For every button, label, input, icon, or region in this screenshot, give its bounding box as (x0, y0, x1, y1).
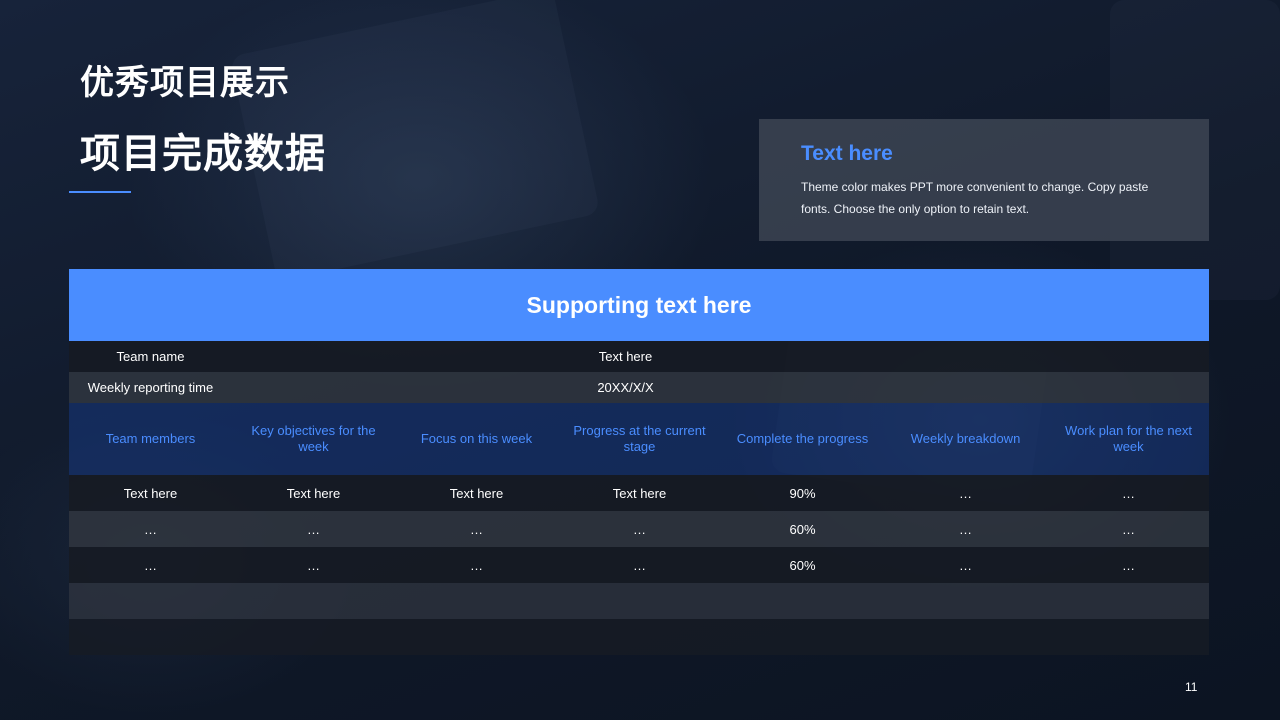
table-row: Text here Text here Text here Text here … (69, 475, 1209, 511)
table-cell: … (959, 521, 972, 537)
table-cell: 90% (789, 485, 816, 501)
table-row: … … … … 60% … … (69, 547, 1209, 583)
info-body: Theme color makes PPT more convenient to… (801, 180, 1149, 216)
column-header: Key objectives for the week (251, 423, 376, 454)
table-cell: … (1122, 557, 1135, 573)
table-cell: … (144, 521, 157, 537)
table-cell: … (144, 557, 157, 573)
info-heading: Text here (801, 142, 893, 165)
team-name-row: Team name Text here (69, 341, 1209, 372)
reporting-time-row: Weekly reporting time 20XX/X/X (69, 372, 1209, 403)
slide-subtitle: 项目完成数据 (80, 132, 326, 176)
table-cell: Text here (123, 485, 178, 501)
table-cell: … (307, 521, 320, 537)
table-cell: Text here (612, 485, 667, 501)
table-cell: 60% (789, 521, 816, 537)
table-cell: … (470, 557, 483, 573)
column-header: Progress at the current stage (573, 423, 706, 454)
table-cell: … (633, 557, 646, 573)
table-cell: Text here (449, 485, 504, 501)
table-row: … … … … 60% … … (69, 511, 1209, 547)
table-cell: … (1122, 521, 1135, 537)
slide-title: 优秀项目展示 (80, 64, 290, 102)
column-header: Team members (105, 431, 196, 446)
meta-label: Weekly reporting time (87, 380, 214, 395)
empty-table-row (69, 583, 1209, 619)
table-cell: … (959, 485, 972, 501)
table-header: Supporting text here (69, 269, 1209, 341)
column-header: Complete the progress (736, 431, 869, 446)
table-cell: … (470, 521, 483, 537)
table-cell: … (307, 557, 320, 573)
column-header-row: Team members Key objectives for the week… (69, 403, 1209, 475)
table-cell: 60% (789, 557, 816, 573)
table-cell: … (959, 557, 972, 573)
meta-label: Team name (116, 349, 185, 364)
page-number: 11 (1185, 680, 1198, 694)
title-underline (69, 191, 131, 193)
table-cell: Text here (286, 485, 341, 501)
progress-table: Supporting text here Team name Text here… (69, 269, 1209, 655)
column-header: Weekly breakdown (910, 431, 1021, 446)
column-header: Focus on this week (420, 431, 533, 446)
info-box: Text here Theme color makes PPT more con… (759, 119, 1209, 241)
column-header: Work plan for the next week (1065, 423, 1192, 454)
meta-value: Text here (598, 349, 653, 364)
table-cell: … (1122, 485, 1135, 501)
meta-value: 20XX/X/X (597, 380, 654, 395)
empty-table-row (69, 619, 1209, 655)
table-cell: … (633, 521, 646, 537)
